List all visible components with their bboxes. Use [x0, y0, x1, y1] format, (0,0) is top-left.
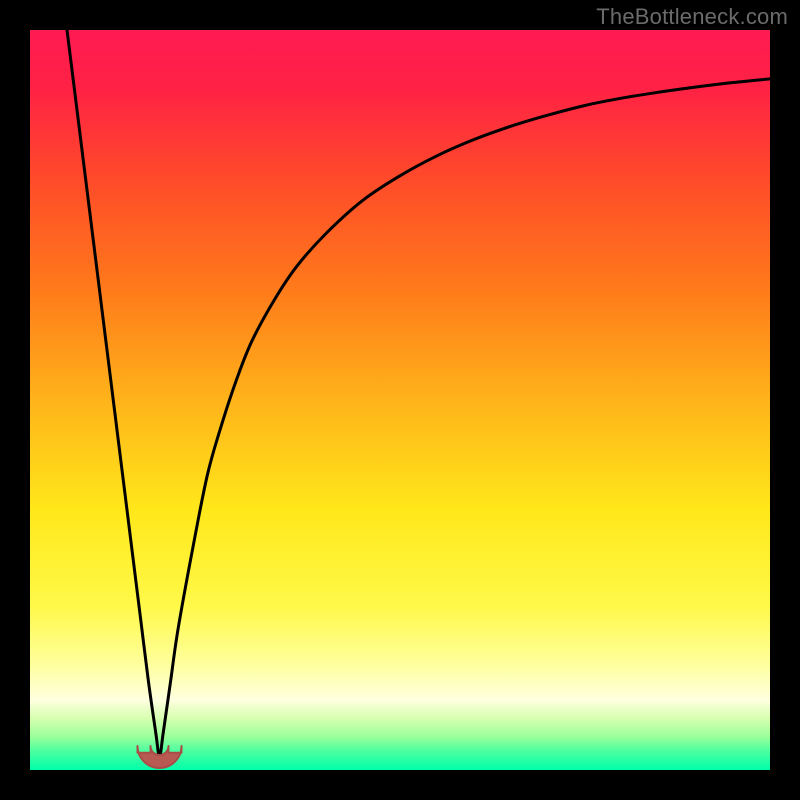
- watermark-text: TheBottleneck.com: [596, 4, 788, 30]
- gradient-background: [30, 30, 770, 770]
- chart-frame: TheBottleneck.com: [0, 0, 800, 800]
- plot-area: [30, 30, 770, 770]
- bottleneck-chart: [30, 30, 770, 770]
